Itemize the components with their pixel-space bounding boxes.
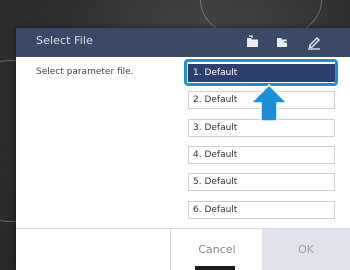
file-item-6[interactable]: 6. Default: [188, 201, 335, 219]
dialog-titlebar: Select File: [16, 28, 350, 57]
up-arrow-callout-icon: [249, 83, 289, 122]
cancel-button[interactable]: Cancel: [170, 229, 263, 270]
ok-button[interactable]: OK: [262, 229, 350, 270]
folder-swap-icon[interactable]: [275, 34, 291, 50]
screen-background: Select File Select parameter file. 1. De…: [0, 0, 350, 270]
folder-open-icon[interactable]: [245, 34, 261, 50]
select-file-dialog: Select File Select parameter file. 1. De…: [16, 28, 350, 270]
select-prompt-label: Select parameter file.: [36, 67, 134, 77]
background-device-edge: [195, 266, 235, 270]
selection-highlight-frame: [184, 59, 338, 86]
edit-pen-icon[interactable]: [306, 34, 322, 50]
file-item-4[interactable]: 4. Default: [188, 146, 335, 164]
dialog-title: Select File: [36, 34, 93, 47]
file-item-5[interactable]: 5. Default: [188, 173, 335, 191]
